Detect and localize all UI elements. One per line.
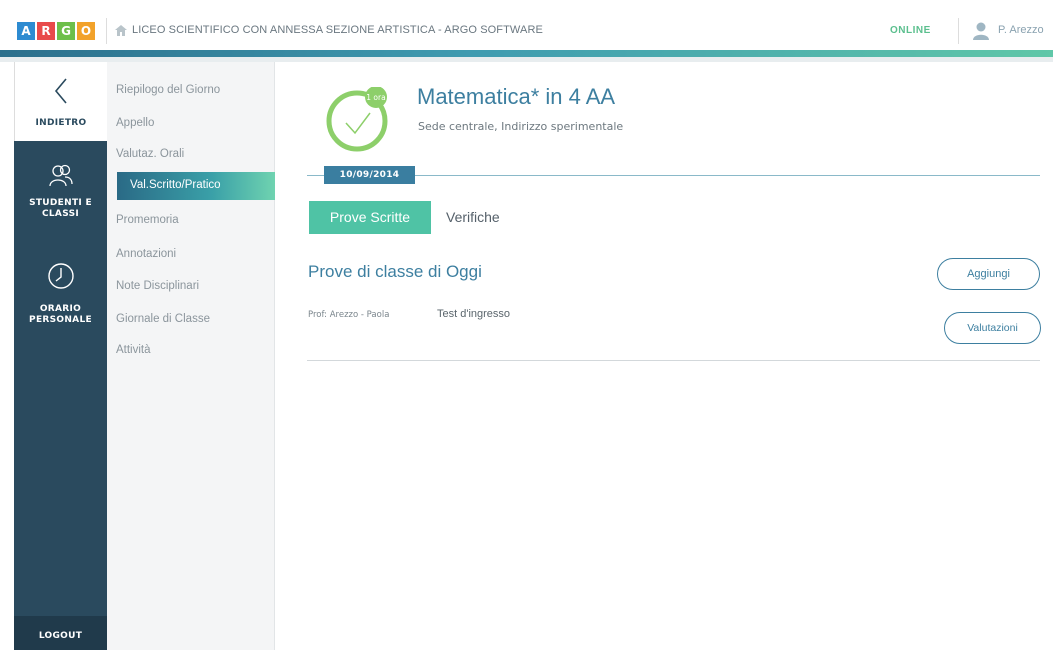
section-title: Prove di classe di Oggi <box>308 262 482 281</box>
lesson-check-circle-icon: 1 ora <box>326 87 388 152</box>
topbar-divider <box>106 18 107 44</box>
topbar-divider-right <box>958 18 959 44</box>
nav-studenti-label-2: CLASSI <box>41 209 79 219</box>
school-title: LICEO SCIENTIFICO CON ANNESSA SEZIONE AR… <box>132 24 543 36</box>
lesson-subtitle: Sede centrale, Indirizzo sperimentale <box>418 120 624 133</box>
nav-orario-label-1: ORARIO <box>39 304 82 314</box>
user-name[interactable]: P. Arezzo <box>998 24 1044 36</box>
valutazioni-button[interactable]: Valutazioni <box>944 312 1041 344</box>
logo-letter-o: O <box>77 22 95 40</box>
logo-letter-r: R <box>37 22 55 40</box>
submenu-item-attivita[interactable]: Attività <box>116 344 151 356</box>
submenu-item-appello[interactable]: Appello <box>116 117 154 129</box>
clock-icon <box>47 263 74 289</box>
date-divider-line <box>307 175 1040 176</box>
user-icon[interactable] <box>973 22 989 40</box>
submenu-item-annotazioni[interactable]: Annotazioni <box>116 248 176 260</box>
submenu-item-valutaz-orali[interactable]: Valutaz. Orali <box>116 148 184 160</box>
add-button[interactable]: Aggiungi <box>937 258 1040 290</box>
lesson-hour-badge: 1 ora <box>366 93 385 102</box>
people-icon <box>48 164 73 187</box>
submenu-item-promemoria[interactable]: Promemoria <box>116 214 179 226</box>
submenu-item-riepilogo[interactable]: Riepilogo del Giorno <box>116 84 220 96</box>
submenu-panel: Riepilogo del Giorno Appello Valutaz. Or… <box>107 62 275 650</box>
home-icon[interactable] <box>115 25 127 36</box>
row-teacher: Prof: Arezzo - Paola <box>308 310 390 320</box>
date-badge[interactable]: 10/09/2014 <box>324 166 415 184</box>
tab-verifiche[interactable]: Verifiche <box>446 209 500 225</box>
tab-prove-scritte[interactable]: Prove Scritte <box>309 201 431 234</box>
logo-letter-g: G <box>57 22 75 40</box>
argo-logo[interactable]: A R G O <box>17 22 95 40</box>
submenu-item-note-disciplinari[interactable]: Note Disciplinari <box>116 280 199 292</box>
row-divider <box>307 360 1040 361</box>
connection-status: ONLINE <box>890 25 931 36</box>
nav-orario-personale[interactable]: ORARIO PERSONALE <box>14 262 107 326</box>
back-button[interactable]: INDIETRO <box>14 62 107 141</box>
submenu-item-giornale-classe[interactable]: Giornale di Classe <box>116 313 210 325</box>
nav-orario-label-2: PERSONALE <box>29 315 92 325</box>
nav-studenti-classi[interactable]: STUDENTI E CLASSI <box>14 164 107 220</box>
top-bar: A R G O LICEO SCIENTIFICO CON ANNESSA SE… <box>0 0 1053 62</box>
main-sidebar: INDIETRO STUDENTI E CLASSI ORARIO PERSON… <box>14 62 107 650</box>
submenu-item-val-scritto-label[interactable]: Val.Scritto/Pratico <box>130 179 221 191</box>
lesson-title: Matematica* in 4 AA <box>417 84 616 109</box>
logout-label: LOGOUT <box>38 631 83 641</box>
row-test-name[interactable]: Test d'ingresso <box>437 308 510 320</box>
back-label: INDIETRO <box>35 118 87 128</box>
logout-button[interactable]: LOGOUT <box>14 616 107 650</box>
nav-studenti-label-1: STUDENTI E <box>29 198 92 208</box>
chevron-left-icon <box>54 78 67 104</box>
topbar-gradient-stripe <box>0 50 1053 57</box>
logo-letter-a: A <box>17 22 35 40</box>
